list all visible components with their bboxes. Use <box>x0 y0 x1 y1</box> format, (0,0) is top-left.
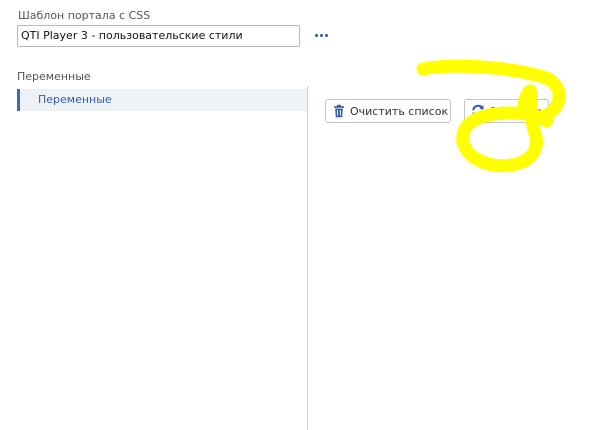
css-template-screen: Шаблон портала с CSS Переменные Переменн… <box>0 0 604 430</box>
variables-list-panel: Переменные <box>17 86 308 430</box>
variables-list-item[interactable]: Переменные <box>17 89 307 111</box>
variables-list-item-label: Переменные <box>38 93 112 106</box>
refresh-icon <box>471 104 485 118</box>
variables-heading: Переменные <box>17 70 91 83</box>
more-dot-icon <box>314 33 318 37</box>
clear-list-label: Очистить список <box>350 104 449 118</box>
template-label: Шаблон портала с CSS <box>18 9 151 22</box>
clear-list-button[interactable]: Очистить список <box>325 99 451 123</box>
more-dot-icon <box>319 33 323 37</box>
trash-icon <box>332 104 346 118</box>
more-options-button[interactable] <box>312 27 330 43</box>
refresh-label: Обновить <box>489 104 545 118</box>
template-input[interactable] <box>17 25 300 47</box>
more-dot-icon <box>324 33 328 37</box>
refresh-button[interactable]: Обновить <box>464 99 549 123</box>
